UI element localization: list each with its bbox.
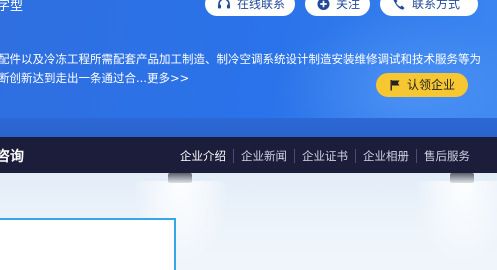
flag-icon	[390, 80, 400, 91]
nav-item-company-news[interactable]: 企业新闻	[233, 149, 294, 163]
plus-circle-icon	[317, 0, 330, 11]
phone-icon	[393, 0, 405, 10]
online-contact-button[interactable]: 在线联系	[205, 0, 295, 16]
navbar-title: 咨询	[0, 149, 24, 165]
spotlight-lamp-left	[168, 173, 192, 183]
headset-icon	[217, 0, 230, 9]
nav-item-after-sales[interactable]: 售后服务	[416, 149, 477, 163]
contact-info-label: 联系方式	[412, 0, 461, 11]
navbar-menu: 企业介绍 企业新闻 企业证书 企业相册 售后服务	[173, 149, 477, 163]
nav-item-certificates[interactable]: 企业证书	[294, 149, 355, 163]
content-panel	[0, 218, 176, 270]
spotlight-beam-right	[418, 181, 497, 261]
follow-button[interactable]: 关注	[305, 0, 370, 16]
nav-item-company-intro[interactable]: 企业介绍	[173, 149, 233, 163]
showcase-stage	[0, 173, 497, 270]
description-line-1: 配件以及冷冻工程所需配套产品加工制造、制冷空调系统设计制造安装维修调试和技术服务…	[0, 52, 481, 66]
follow-label: 关注	[335, 0, 360, 11]
company-hero-banner: 字型 在线联系 关注 联系方式 配件以及冷冻工程所需配套产品加工制造、制冷空调系…	[0, 0, 497, 118]
claim-company-button[interactable]: 认领企业	[376, 73, 468, 97]
contact-info-button[interactable]: 联系方式	[380, 0, 478, 16]
hero-bottom-edge	[0, 118, 497, 137]
claim-company-label: 认领企业	[406, 78, 455, 92]
nav-item-album[interactable]: 企业相册	[355, 149, 416, 163]
online-contact-label: 在线联系	[236, 0, 285, 11]
company-navbar: 咨询 企业介绍 企业新闻 企业证书 企业相册 售后服务	[0, 137, 497, 173]
company-type-text: 字型	[0, 0, 24, 14]
spotlight-lamp-right	[450, 173, 474, 183]
